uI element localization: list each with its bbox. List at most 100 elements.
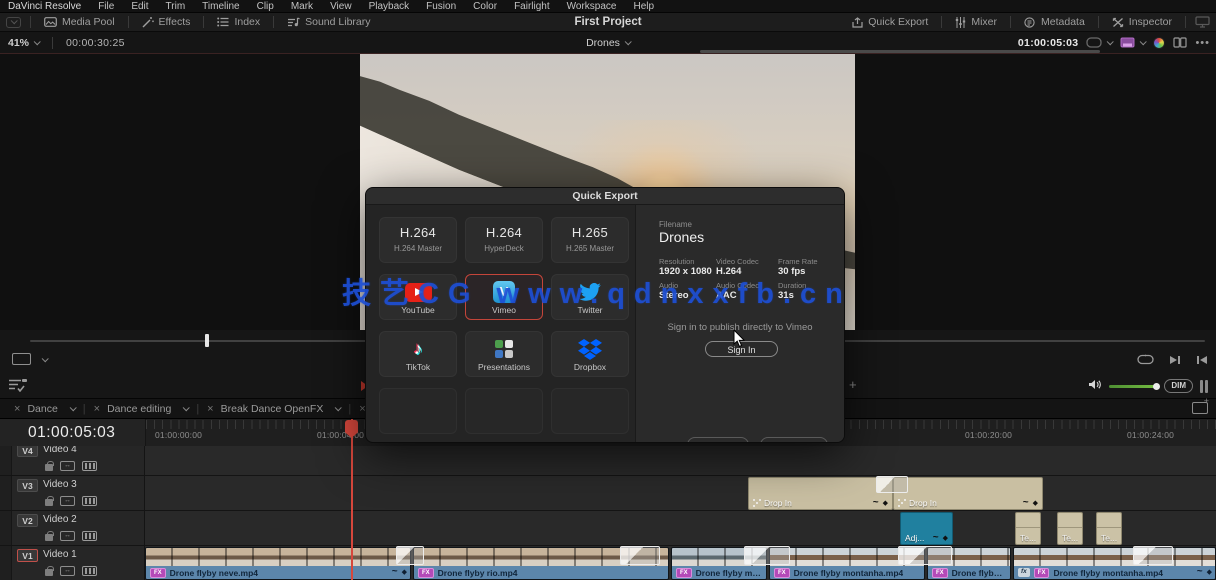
track-header-v4[interactable]: V4Video 4↔: [0, 446, 145, 476]
auto-select-icon[interactable]: ↔: [60, 531, 75, 541]
curve-icon[interactable]: ~: [873, 498, 879, 508]
panel-toggle-icon[interactable]: [6, 17, 21, 28]
menu-item-fusion[interactable]: Fusion: [426, 0, 456, 13]
skip-to-end-icon[interactable]: [1169, 352, 1181, 370]
volume-slider-handle[interactable]: [1153, 383, 1160, 390]
menu-item-file[interactable]: File: [98, 0, 114, 13]
keyframe-icon[interactable]: ◆: [1033, 499, 1038, 507]
timeline-clip-title[interactable]: Te...: [1057, 512, 1083, 545]
dual-monitor-icon[interactable]: [1195, 16, 1210, 28]
skip-to-start-icon[interactable]: [1196, 352, 1208, 370]
track-badge-v1[interactable]: V1: [17, 549, 38, 562]
menu-item-fairlight[interactable]: Fairlight: [514, 0, 550, 13]
close-tab-icon[interactable]: ×: [207, 403, 213, 415]
viewer-options-menu-icon[interactable]: •••: [1195, 37, 1210, 49]
enable-track-icon[interactable]: [82, 496, 97, 506]
close-tab-icon[interactable]: ×: [94, 403, 100, 415]
transition-box[interactable]: [396, 546, 424, 565]
menu-item-mark[interactable]: Mark: [291, 0, 313, 13]
keyframe-icon[interactable]: ◆: [943, 534, 948, 542]
timeline-clip-title[interactable]: Te...: [1096, 512, 1122, 545]
empty-tile[interactable]: [551, 388, 629, 434]
curve-icon[interactable]: ~: [392, 567, 398, 577]
selection-mode-icon[interactable]: [12, 353, 31, 365]
track-header-v1[interactable]: V1Video 1↔: [0, 546, 145, 580]
timeline-clip-adjustment[interactable]: Adj...~◆: [900, 512, 953, 545]
mixer-button[interactable]: Mixer: [951, 16, 1001, 28]
curve-icon[interactable]: ~: [933, 533, 939, 543]
lock-track-icon[interactable]: [45, 499, 53, 506]
dim-button[interactable]: DIM: [1164, 379, 1193, 393]
platform-tile-dropbox[interactable]: Dropbox: [551, 331, 629, 377]
effects-button[interactable]: Effects: [138, 16, 195, 28]
preset-tile-hyperdeck[interactable]: H.264HyperDeck: [465, 217, 543, 263]
preset-tile-h-264-master[interactable]: H.264H.264 Master: [379, 217, 457, 263]
track-header-v3[interactable]: V3Video 3↔: [0, 476, 145, 511]
timeline-selector[interactable]: Drones: [586, 37, 630, 49]
menu-item-view[interactable]: View: [330, 0, 352, 13]
playhead-line[interactable]: [351, 419, 353, 580]
panel-grip-icon[interactable]: [1200, 380, 1208, 393]
enable-track-icon[interactable]: [82, 531, 97, 541]
transition-box[interactable]: [620, 546, 660, 565]
curve-icon[interactable]: ~: [1197, 567, 1203, 577]
close-tab-icon[interactable]: ×: [14, 403, 20, 415]
track-lane[interactable]: [145, 476, 1216, 511]
track-lane[interactable]: [145, 511, 1216, 546]
color-wheel-icon[interactable]: [1153, 37, 1165, 49]
transition-box[interactable]: [876, 476, 908, 493]
auto-select-icon[interactable]: ↔: [60, 496, 75, 506]
platform-tile-presentations[interactable]: Presentations: [465, 331, 543, 377]
export-button[interactable]: Export: [760, 437, 828, 443]
media-pool-button[interactable]: Media Pool: [40, 16, 119, 28]
empty-tile[interactable]: [465, 388, 543, 434]
auto-select-icon[interactable]: ↔: [60, 566, 75, 576]
timeline-clip-drop-in[interactable]: Drop In~◆: [893, 477, 1043, 510]
index-button[interactable]: Index: [213, 16, 264, 28]
inspector-button[interactable]: Inspector: [1108, 16, 1176, 28]
volume-slider[interactable]: [1109, 385, 1157, 388]
keyframe-icon[interactable]: ◆: [402, 568, 407, 576]
dual-viewer-icon[interactable]: [1173, 37, 1187, 48]
track-badge-v3[interactable]: V3: [17, 479, 38, 492]
timeline-clip-title[interactable]: Te...: [1015, 512, 1041, 545]
timeline-tab-break-dance-openfx[interactable]: ×Break Dance OpenFX: [199, 403, 348, 415]
timeline-view-options-icon[interactable]: [8, 378, 28, 397]
timeline-clip-video[interactable]: FXDrone flyby neve.mp4~◆: [145, 547, 411, 580]
menu-item-davinci-resolve[interactable]: DaVinci Resolve: [8, 0, 81, 13]
timeline-clip-drop-in[interactable]: Drop In~◆: [748, 477, 893, 510]
track-header-v2[interactable]: V2Video 2↔: [0, 511, 145, 546]
keyframe-icon[interactable]: ◆: [1207, 568, 1212, 576]
timeline-tab-dance[interactable]: ×Dance: [6, 403, 83, 415]
quick-export-button[interactable]: Quick Export: [848, 16, 932, 28]
chevron-down-icon[interactable]: [69, 404, 76, 411]
transition-box[interactable]: [1133, 546, 1173, 565]
menu-item-clip[interactable]: Clip: [257, 0, 274, 13]
preset-tile-h-265-master[interactable]: H.265H.265 Master: [551, 217, 629, 263]
menu-item-help[interactable]: Help: [633, 0, 654, 13]
track-badge-v2[interactable]: V2: [17, 514, 38, 527]
menu-item-trim[interactable]: Trim: [166, 0, 186, 13]
timeline-zoom-slider-handle[interactable]: [205, 334, 209, 347]
curve-icon[interactable]: ~: [1023, 498, 1029, 508]
add-marker-icon[interactable]: +: [849, 378, 857, 391]
menu-item-playback[interactable]: Playback: [369, 0, 410, 13]
menu-item-edit[interactable]: Edit: [131, 0, 148, 13]
chevron-down-icon[interactable]: [183, 404, 190, 411]
sound-library-button[interactable]: Sound Library: [283, 16, 374, 28]
menu-item-workspace[interactable]: Workspace: [567, 0, 617, 13]
keyframe-icon[interactable]: ◆: [883, 499, 888, 507]
platform-tile-tiktok[interactable]: ♪TikTok: [379, 331, 457, 377]
audio-mute-icon[interactable]: [1088, 377, 1102, 395]
timeline-clip-video[interactable]: fxFXDrone flyby montanha.mp4~◆: [1013, 547, 1216, 580]
transition-box[interactable]: [744, 546, 790, 565]
chevron-down-icon[interactable]: [42, 355, 49, 362]
empty-tile[interactable]: [379, 388, 457, 434]
enable-track-icon[interactable]: [82, 566, 97, 576]
timeline-tab-dance-editing[interactable]: ×Dance editing: [86, 403, 197, 415]
transition-box[interactable]: [898, 546, 952, 565]
new-timeline-icon[interactable]: [1192, 402, 1208, 414]
lock-track-icon[interactable]: [45, 464, 53, 471]
loop-playback-icon[interactable]: [1137, 352, 1154, 370]
menu-item-timeline[interactable]: Timeline: [202, 0, 239, 13]
